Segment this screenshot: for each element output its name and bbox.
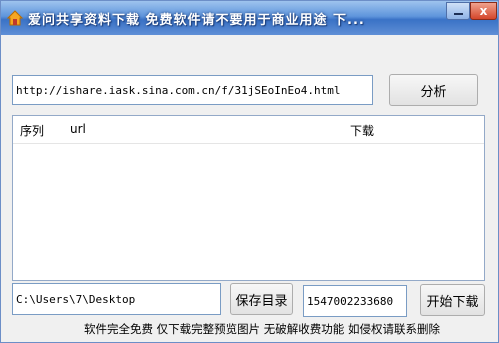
save-path-input[interactable] [12, 283, 221, 315]
start-download-button[interactable]: 开始下载 [420, 284, 485, 316]
window-title: 爱问共享资料下载 免费软件请不要用于商业用途 下... [28, 13, 365, 28]
column-header-index[interactable]: 序列 [20, 122, 44, 139]
minimize-icon [454, 13, 463, 15]
close-icon: x [479, 4, 488, 18]
column-header-download[interactable]: 下载 [350, 122, 374, 139]
save-directory-button[interactable]: 保存目录 [230, 283, 293, 315]
house-icon [7, 10, 23, 26]
title-bar[interactable]: 爱问共享资料下载 免费软件请不要用于商业用途 下... x [1, 1, 498, 35]
list-header: 序列 url 下载 [13, 116, 484, 144]
close-button[interactable]: x [470, 2, 497, 20]
analyze-button[interactable]: 分析 [389, 74, 478, 106]
url-input[interactable] [12, 75, 373, 105]
app-window: 爱问共享资料下载 免费软件请不要用于商业用途 下... x 分析 序列 url … [0, 0, 499, 343]
minimize-button[interactable] [446, 2, 470, 20]
column-header-url[interactable]: url [70, 122, 86, 136]
code-input[interactable] [303, 285, 407, 317]
download-list[interactable]: 序列 url 下载 [12, 115, 485, 281]
footer-note: 软件完全免费 仅下载完整预览图片 无破解收费功能 如侵权请联系删除 [84, 322, 440, 336]
